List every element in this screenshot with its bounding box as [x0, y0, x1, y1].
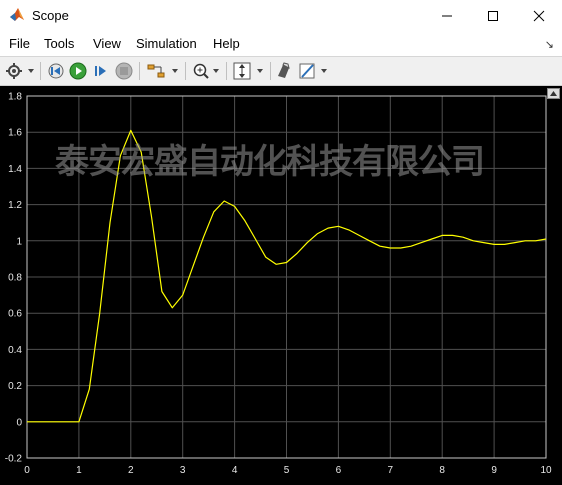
step-forward-icon[interactable]	[91, 60, 111, 82]
gear-icon[interactable]	[4, 60, 36, 82]
toolbar-separator	[139, 62, 140, 80]
y-tick-label: 1.4	[8, 164, 22, 175]
menu-simulation[interactable]: Simulation	[136, 36, 197, 51]
style-icon[interactable]	[297, 60, 333, 82]
x-tick-label: 2	[128, 465, 134, 476]
x-tick-label: 9	[491, 465, 497, 476]
scope-display[interactable]: 0 1 2 3 4 5 6 7 8 9 10 -0.2 0 0.2 0.4 0.6 0.8 1 1.2 1.4 1.6 1…	[0, 86, 562, 485]
stop-icon[interactable]	[114, 60, 134, 82]
maximize-button[interactable]	[470, 0, 516, 32]
close-button[interactable]	[516, 0, 562, 32]
signal-select-icon[interactable]	[145, 60, 181, 82]
scope-plot: 0 1 2 3 4 5 6 7 8 9 10-0.200.20.40.60.811.21.41.61…	[5, 92, 552, 477]
x-tick-label: 4	[232, 465, 238, 476]
toolbar-separator	[226, 62, 227, 80]
y-tick-label: 1.2	[8, 200, 22, 211]
menu-file[interactable]: File	[9, 36, 30, 51]
x-tick-label: 5	[284, 465, 290, 476]
window-title: Scope	[32, 8, 69, 23]
y-tick-label: 1.8	[8, 92, 22, 103]
toolbar	[0, 57, 562, 86]
minimize-button[interactable]	[424, 0, 470, 32]
highlight-icon[interactable]	[274, 60, 294, 82]
y-tick-label: 1	[16, 236, 22, 247]
menu-tools[interactable]: Tools	[44, 36, 74, 51]
zoom-icon[interactable]	[190, 60, 222, 82]
run-icon[interactable]	[68, 60, 88, 82]
y-tick-label: -0.2	[5, 454, 23, 465]
toolbar-separator	[40, 62, 41, 80]
y-tick-label: 0.2	[8, 381, 22, 392]
toolbar-separator	[270, 62, 271, 80]
step-back-icon[interactable]	[46, 60, 66, 82]
menu-view[interactable]: View	[93, 36, 121, 51]
menu-help[interactable]: Help	[213, 36, 240, 51]
toolbar-separator	[185, 62, 186, 80]
x-tick-label: 10	[540, 465, 552, 476]
y-tick-label: 0	[16, 417, 22, 428]
x-tick-label: 7	[388, 465, 394, 476]
y-tick-label: 0.4	[8, 345, 22, 356]
menu-bar: File Tools View Simulation Help ↘	[0, 32, 562, 57]
y-tick-label: 0.6	[8, 309, 22, 320]
expand-axes-button[interactable]	[547, 88, 560, 99]
x-tick-label: 1	[76, 465, 82, 476]
x-tick-label: 8	[439, 465, 445, 476]
matlab-icon	[9, 7, 25, 23]
x-tick-label: 3	[180, 465, 186, 476]
y-tick-label: 0.8	[8, 273, 22, 284]
y-tick-label: 1.6	[8, 128, 22, 139]
x-tick-label: 0	[24, 465, 30, 476]
title-bar: Scope	[0, 0, 562, 32]
dock-arrow-icon[interactable]: ↘	[545, 38, 554, 51]
x-tick-label: 6	[336, 465, 342, 476]
autoscale-icon[interactable]	[231, 60, 267, 82]
